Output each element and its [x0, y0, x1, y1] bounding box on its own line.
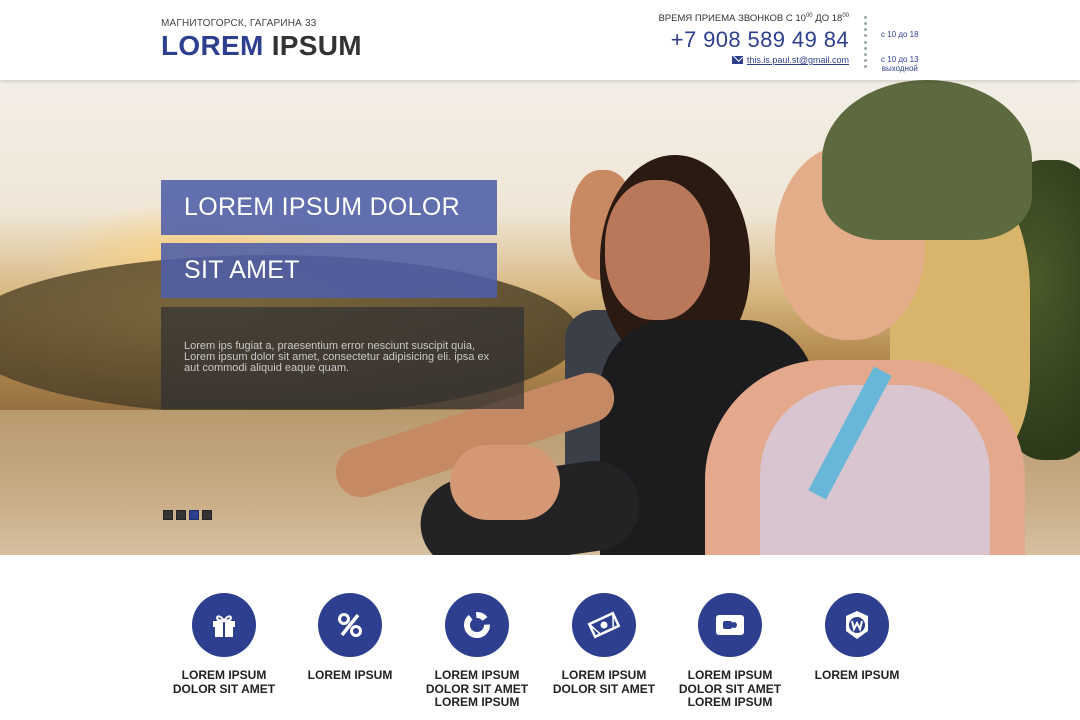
schedule-weekday: с 10 до 18 — [881, 30, 919, 39]
donut-chart-icon — [445, 593, 509, 657]
slider-dot[interactable] — [163, 510, 173, 520]
slider-dot[interactable] — [176, 510, 186, 520]
feature-item[interactable]: LOREM IPSUM DOLOR SIT AMET — [161, 593, 287, 696]
feature-label: LOREM IPSUM DOLOR SIT AMET LOREM IPSUM — [414, 668, 540, 710]
mail-icon — [731, 56, 743, 64]
schedule-weekend-note: выходной — [881, 64, 918, 73]
slider-dot[interactable] — [189, 510, 199, 520]
hero-description: Lorem ips fugiat a, praesentium error ne… — [184, 340, 490, 374]
feature-item[interactable]: LOREM IPSUM DOLOR SIT AMET LOREM IPSUM — [414, 593, 540, 710]
badge-w-icon — [825, 593, 889, 657]
feature-label: LOREM IPSUM — [287, 668, 413, 683]
call-hours-prefix: ВРЕМЯ ПРИЕМА ЗВОНКОВ С 10 — [658, 13, 806, 25]
feature-item[interactable]: LOREM IPSUM DOLOR SIT AMET LOREM IPSUM — [667, 593, 793, 710]
feature-label-line: DOLOR SIT AMET — [172, 681, 276, 696]
slider-dot[interactable] — [202, 510, 212, 520]
site-header: МАГНИТОГОРСК, ГАГАРИНА 33 LOREM IPSUM ВР… — [0, 0, 1080, 80]
logo-part1: LOREM — [161, 30, 264, 61]
feature-label: LOREM IPSUM DOLOR SIT AMET — [161, 668, 287, 696]
feature-label-line: LOREM IPSUM — [561, 668, 647, 682]
hero-slogan-line1: LOREM IPSUM DOLOR — [161, 180, 497, 235]
gift-icon — [192, 593, 256, 657]
feature-label-line: DOLOR SIT AMET — [552, 681, 656, 696]
feature-label-line: LOREM IPSUM — [687, 668, 773, 682]
hero-slider[interactable]: LOREM IPSUM DOLOR SIT AMET Lorem ips fug… — [0, 80, 1080, 555]
feature-label-line: LOREM IPSUM — [814, 668, 900, 682]
feature-label-line: LOREM IPSUM — [307, 668, 393, 682]
feature-label: LOREM IPSUM — [794, 668, 920, 683]
dotted-divider — [864, 16, 868, 68]
feature-label-line: DOLOR SIT AMET — [678, 681, 782, 696]
slider-pagination — [163, 510, 212, 520]
email-link[interactable]: this.is.paul.st@gmail.com — [747, 55, 849, 65]
logo-part2: IPSUM — [271, 30, 362, 61]
feature-label-line: DOLOR SIT AMET — [425, 681, 529, 696]
feature-label: LOREM IPSUM DOLOR SIT AMET LOREM IPSUM — [667, 668, 793, 710]
phone-number[interactable]: +7 908 589 49 84 — [671, 27, 849, 53]
schedule-weekend: с 10 до 13 выходной — [881, 55, 919, 73]
call-hours-sup1: 00 — [805, 13, 813, 19]
feature-item[interactable]: LOREM IPSUM — [287, 593, 413, 683]
logo[interactable]: LOREM IPSUM — [161, 30, 362, 62]
percent-icon — [318, 593, 382, 657]
card-icon — [698, 593, 762, 657]
feature-label: LOREM IPSUM DOLOR SIT AMET — [541, 668, 667, 696]
address: МАГНИТОГОРСК, ГАГАРИНА 33 — [161, 18, 317, 29]
feature-label-line: LOREM IPSUM — [434, 668, 520, 682]
feature-label-line: LOREM IPSUM — [434, 695, 520, 709]
banknote-icon — [572, 593, 636, 657]
hero-description-box: Lorem ips fugiat a, praesentium error ne… — [161, 307, 524, 409]
call-hours-mid: ДО 18 — [812, 13, 843, 25]
call-hours-sup2: 00 — [842, 13, 849, 19]
call-hours: ВРЕМЯ ПРИЕМА ЗВОНКОВ С 1000 ДО 1800 — [658, 13, 849, 24]
feature-item[interactable]: LOREM IPSUM DOLOR SIT AMET — [541, 593, 667, 696]
schedule-weekend-hours: с 10 до 13 — [881, 55, 919, 64]
email-row: this.is.paul.st@gmail.com — [731, 55, 849, 65]
feature-label-line: LOREM IPSUM — [181, 668, 267, 682]
hero-slogan-line2: SIT AMET — [161, 243, 497, 298]
feature-item[interactable]: LOREM IPSUM — [794, 593, 920, 683]
features-row: LOREM IPSUM DOLOR SIT AMET LOREM IPSUM L… — [0, 555, 1080, 720]
feature-label-line: LOREM IPSUM — [687, 695, 773, 709]
